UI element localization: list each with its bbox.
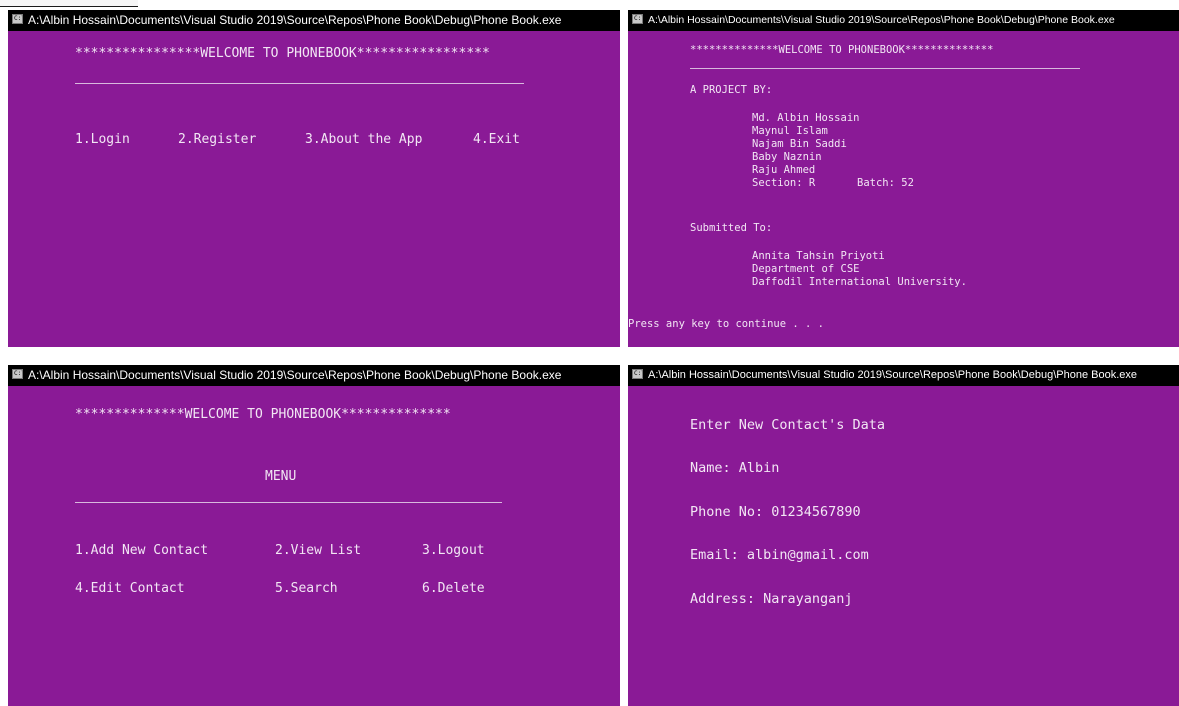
window-title: A:\Albin Hossain\Documents\Visual Studio… <box>28 368 562 382</box>
welcome-banner: **************WELCOME TO PHONEBOOK******… <box>690 44 994 56</box>
divider-line <box>690 68 1080 69</box>
divider-line <box>75 83 524 84</box>
contact-name-field: Name: Albin <box>690 460 780 476</box>
option-search: 5.Search <box>275 581 338 596</box>
window-title: A:\Albin Hossain\Documents\Visual Studio… <box>648 14 1115 26</box>
cmd-console-icon: C:\ <box>632 14 643 24</box>
project-by-label: A PROJECT BY: <box>690 84 773 96</box>
supervisor-line: Daffodil International University. <box>752 276 967 288</box>
background-window-fragment <box>0 0 138 7</box>
option-about: 3.About the App <box>305 132 423 147</box>
title-bar[interactable]: C:\ A:\Albin Hossain\Documents\Visual St… <box>8 10 620 31</box>
member-name: Raju Ahmed <box>752 164 816 176</box>
welcome-banner: ****************WELCOME TO PHONEBOOK****… <box>75 46 490 61</box>
contact-email-field: Email: albin@gmail.com <box>690 547 869 563</box>
option-add-contact: 1.Add New Contact <box>75 543 209 558</box>
contact-phone-field: Phone No: 01234567890 <box>690 504 861 520</box>
member-name: Md. Albin Hossain <box>752 112 860 124</box>
cmd-console-icon: C:\ <box>632 369 643 379</box>
continue-prompt: Press any key to continue . . . <box>628 318 824 330</box>
console-window-welcome[interactable]: C:\ A:\Albin Hossain\Documents\Visual St… <box>8 10 620 347</box>
option-exit: 4.Exit <box>473 132 520 147</box>
submitted-to-label: Submitted To: <box>690 222 773 234</box>
console-window-add-contact[interactable]: C:\ A:\Albin Hossain\Documents\Visual St… <box>628 365 1179 706</box>
option-delete: 6.Delete <box>422 581 485 596</box>
cmd-console-icon: C:\ <box>12 14 23 24</box>
title-bar[interactable]: C:\ A:\Albin Hossain\Documents\Visual St… <box>628 10 1179 31</box>
welcome-banner: **************WELCOME TO PHONEBOOK******… <box>75 407 451 422</box>
console-window-about[interactable]: C:\ A:\Albin Hossain\Documents\Visual St… <box>628 10 1179 347</box>
menu-heading: MENU <box>265 469 297 484</box>
member-name: Baby Naznin <box>752 151 822 163</box>
cmd-console-icon: C:\ <box>12 369 23 379</box>
option-login: 1.Login <box>75 132 130 147</box>
form-heading: Enter New Contact's Data <box>690 417 886 433</box>
supervisor-line: Department of CSE <box>752 263 860 275</box>
console-window-menu[interactable]: C:\ A:\Albin Hossain\Documents\Visual St… <box>8 365 620 706</box>
supervisor-line: Annita Tahsin Priyoti <box>752 250 885 262</box>
member-name: Maynul Islam <box>752 125 828 137</box>
option-view-list: 2.View List <box>275 543 362 558</box>
title-bar[interactable]: C:\ A:\Albin Hossain\Documents\Visual St… <box>8 365 620 386</box>
member-name: Najam Bin Saddi <box>752 138 847 150</box>
window-title: A:\Albin Hossain\Documents\Visual Studio… <box>648 369 1137 381</box>
section-label: Section: R <box>752 177 816 189</box>
divider-line <box>75 502 502 503</box>
batch-label: Batch: 52 <box>857 177 914 189</box>
window-title: A:\Albin Hossain\Documents\Visual Studio… <box>28 13 562 27</box>
option-edit-contact: 4.Edit Contact <box>75 581 185 596</box>
option-register: 2.Register <box>178 132 257 147</box>
title-bar[interactable]: C:\ A:\Albin Hossain\Documents\Visual St… <box>628 365 1179 386</box>
contact-address-field: Address: Narayanganj <box>690 591 853 607</box>
option-logout: 3.Logout <box>422 543 485 558</box>
